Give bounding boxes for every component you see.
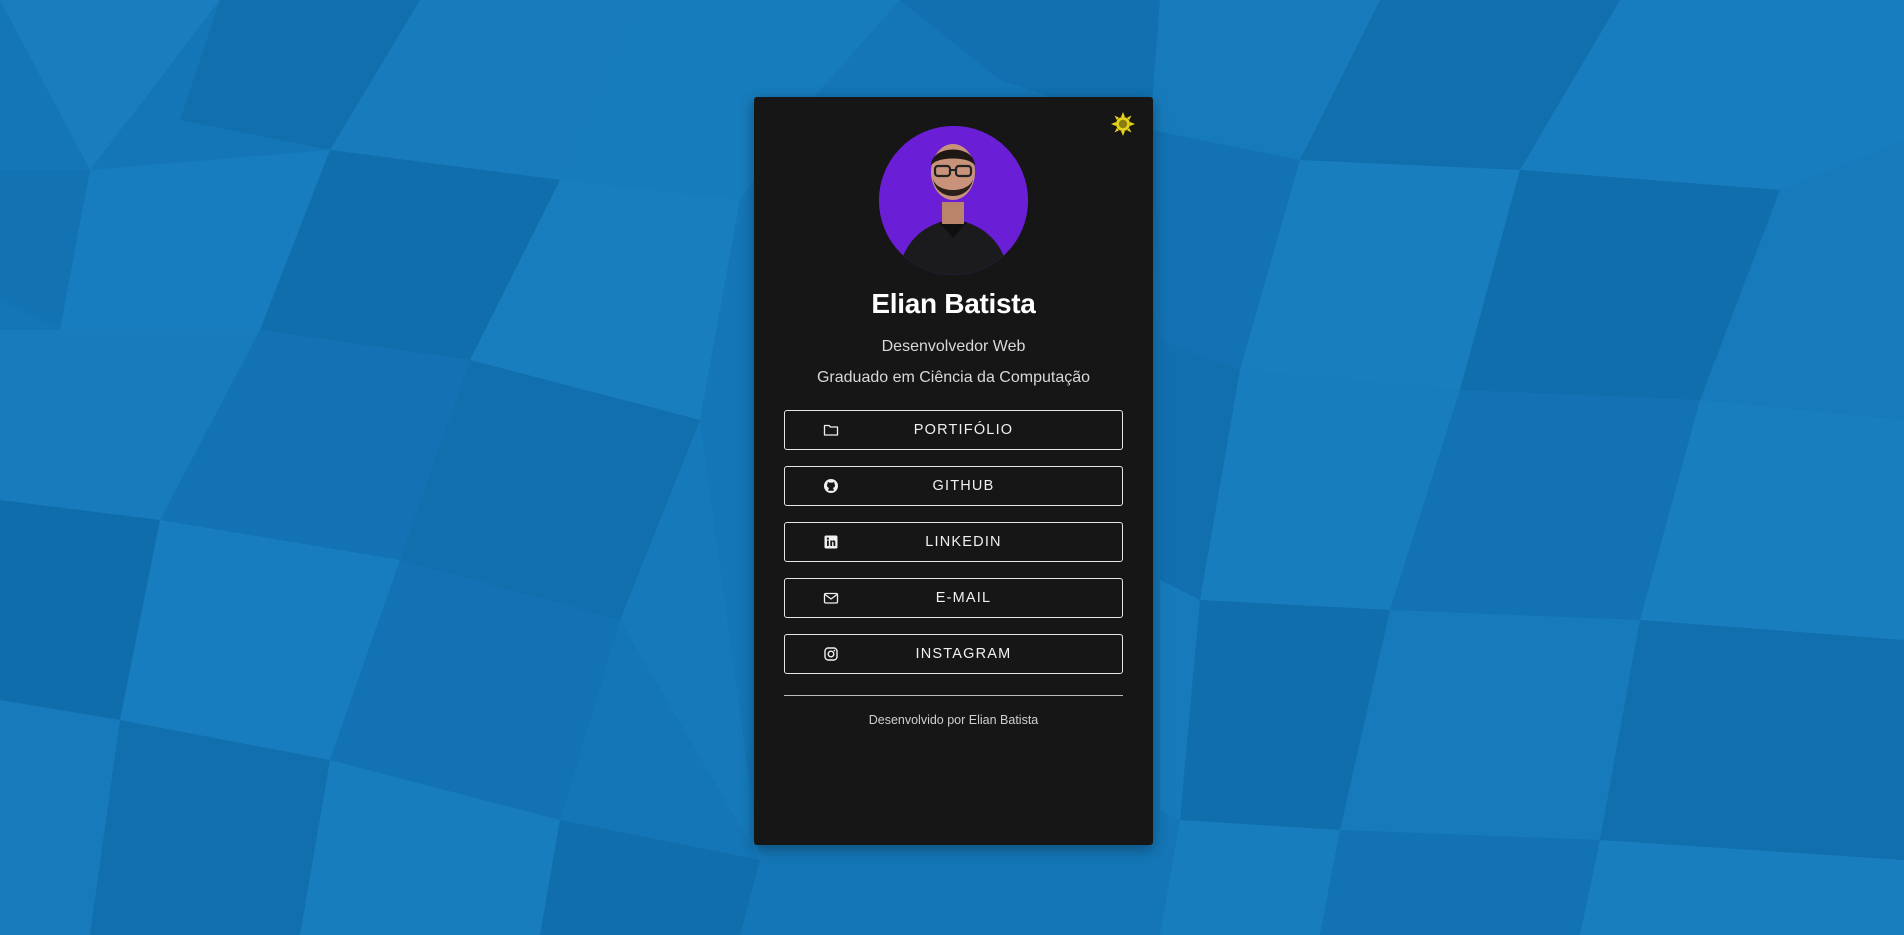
footer-credit: Desenvolvido por Elian Batista — [868, 713, 1039, 727]
divider — [784, 695, 1123, 696]
theme-toggle-button[interactable] — [1110, 111, 1136, 137]
profile-card: Elian Batista Desenvolvedor Web Graduado… — [754, 97, 1153, 845]
github-button[interactable]: GITHUB — [784, 466, 1123, 506]
portfolio-label: PORTIFÓLIO — [913, 422, 1014, 438]
instagram-button[interactable]: INSTAGRAM — [784, 634, 1123, 674]
profile-photo — [879, 126, 1028, 275]
email-label: E-MAIL — [935, 590, 992, 606]
profile-degree: Graduado em Ciência da Computação — [816, 369, 1091, 386]
portfolio-button[interactable]: PORTIFÓLIO — [784, 410, 1123, 450]
profile-name: Elian Batista — [871, 288, 1036, 319]
linkedin-label: LINKEDIN — [925, 534, 1002, 550]
email-button[interactable]: E-MAIL — [784, 578, 1123, 618]
github-label: GITHUB — [932, 478, 995, 494]
sun-icon — [1111, 112, 1135, 136]
linkedin-button[interactable]: LINKEDIN — [784, 522, 1123, 562]
instagram-label: INSTAGRAM — [915, 646, 1012, 662]
profile-role: Desenvolvedor Web — [881, 338, 1026, 355]
avatar — [879, 126, 1028, 275]
